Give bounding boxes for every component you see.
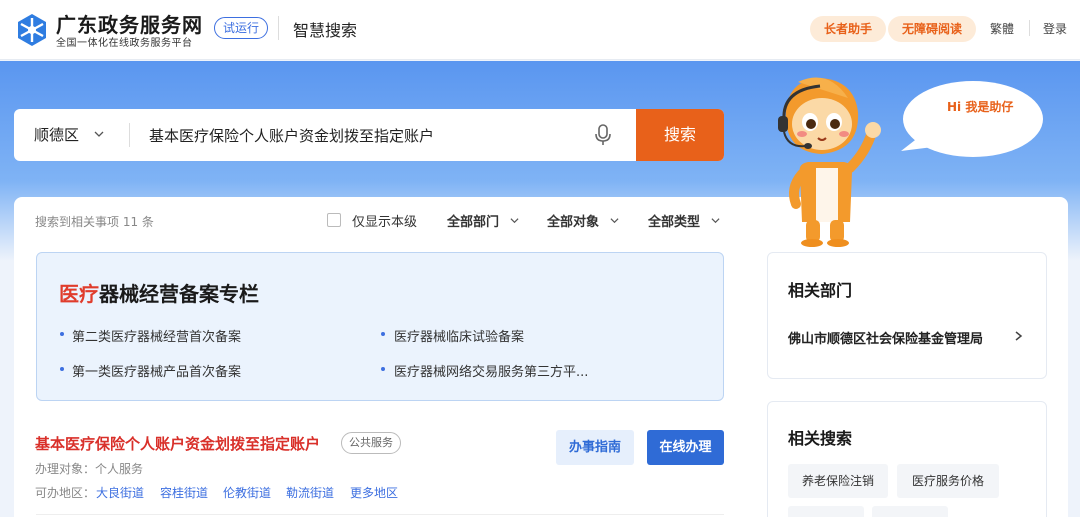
special-item-link[interactable]: 医疗器械临床试验备案 — [394, 326, 524, 345]
accessible-reading-button[interactable]: 无障碍阅读 — [888, 16, 976, 42]
chevron-down-icon[interactable] — [610, 216, 619, 225]
special-title-rest: 器械经营备案专栏 — [99, 282, 259, 306]
related-department-card — [767, 252, 1047, 379]
top-header: 广东政务服务网 全国一体化在线政务服务平台 试运行 智慧搜索 长者助手 无障碍阅… — [0, 0, 1080, 60]
special-item-link[interactable]: 医疗器械网络交易服务第三方平... — [394, 361, 588, 380]
filter-department[interactable]: 全部部门 — [447, 211, 499, 230]
guangdong-logo-icon[interactable] — [14, 12, 50, 48]
only-this-level-checkbox[interactable] — [327, 213, 341, 227]
microphone-icon[interactable] — [594, 123, 612, 147]
result-area-label: 可办地区： — [35, 486, 96, 500]
elder-assist-button[interactable]: 长者助手 — [810, 16, 886, 42]
area-link[interactable]: 勒流街道 — [286, 484, 334, 501]
special-item-link[interactable]: 第一类医疗器械产品首次备案 — [72, 361, 241, 380]
related-search-chip[interactable] — [788, 506, 864, 517]
filter-type[interactable]: 全部类型 — [648, 211, 700, 230]
related-department-title: 相关部门 — [788, 281, 853, 300]
result-divider — [36, 514, 724, 515]
filter-target[interactable]: 全部对象 — [547, 211, 599, 230]
assistant-greeting: Hi 我是助仔 — [947, 100, 1014, 114]
chevron-down-icon[interactable] — [94, 129, 104, 139]
bullet-dot — [381, 367, 385, 371]
area-link[interactable]: 容桂街道 — [160, 484, 208, 501]
assistant-mascot-icon[interactable] — [758, 72, 888, 252]
only-this-level-label[interactable]: 仅显示本级 — [352, 211, 417, 230]
chevron-right-icon[interactable] — [1014, 331, 1023, 341]
search-separator — [129, 123, 130, 147]
traditional-chinese-link[interactable]: 繁體 — [990, 20, 1014, 37]
search-input[interactable] — [149, 121, 569, 149]
special-column-title[interactable]: 医疗器械经营备案专栏 — [59, 278, 259, 307]
more-areas-link[interactable]: 更多地区 — [350, 484, 398, 501]
result-title-link[interactable]: 基本医疗保险个人账户资金划拨至指定账户 — [35, 433, 320, 454]
search-bar: 顺德区 搜索 — [14, 109, 724, 161]
header-divider — [278, 16, 279, 40]
area-link[interactable]: 伦教街道 — [223, 484, 271, 501]
related-search-chip[interactable] — [872, 506, 948, 517]
header-separator — [1029, 20, 1030, 36]
login-link[interactable]: 登录 — [1043, 20, 1067, 37]
department-link[interactable]: 佛山市顺德区社会保险基金管理局 — [788, 328, 983, 347]
search-button[interactable]: 搜索 — [636, 109, 724, 161]
site-subtitle: 全国一体化在线政务服务平台 — [56, 38, 193, 49]
bullet-dot — [60, 332, 64, 336]
trial-badge: 试运行 — [214, 17, 269, 39]
related-search-title: 相关搜索 — [788, 429, 853, 448]
result-count: 搜索到相关事项 11 条 — [35, 215, 154, 229]
result-target: 办理对象：个人服务 — [35, 462, 144, 476]
page-title: 智慧搜索 — [293, 21, 358, 40]
bullet-dot — [381, 332, 385, 336]
chevron-down-icon[interactable] — [510, 216, 519, 225]
online-apply-button[interactable]: 在线办理 — [647, 430, 724, 465]
related-search-card — [767, 401, 1047, 517]
service-guide-button[interactable]: 办事指南 — [556, 430, 634, 465]
related-search-chip[interactable]: 医疗服务价格 — [897, 464, 999, 498]
special-title-highlight: 医疗 — [59, 282, 99, 306]
region-selector[interactable]: 顺德区 — [34, 124, 79, 145]
related-search-chip[interactable]: 养老保险注销 — [788, 464, 888, 498]
area-link[interactable]: 大良街道 — [96, 484, 144, 501]
speech-bubble — [901, 81, 1043, 157]
special-item-link[interactable]: 第二类医疗器械经营首次备案 — [72, 326, 241, 345]
service-type-badge: 公共服务 — [341, 432, 401, 454]
bullet-dot — [60, 367, 64, 371]
chevron-down-icon[interactable] — [711, 216, 720, 225]
